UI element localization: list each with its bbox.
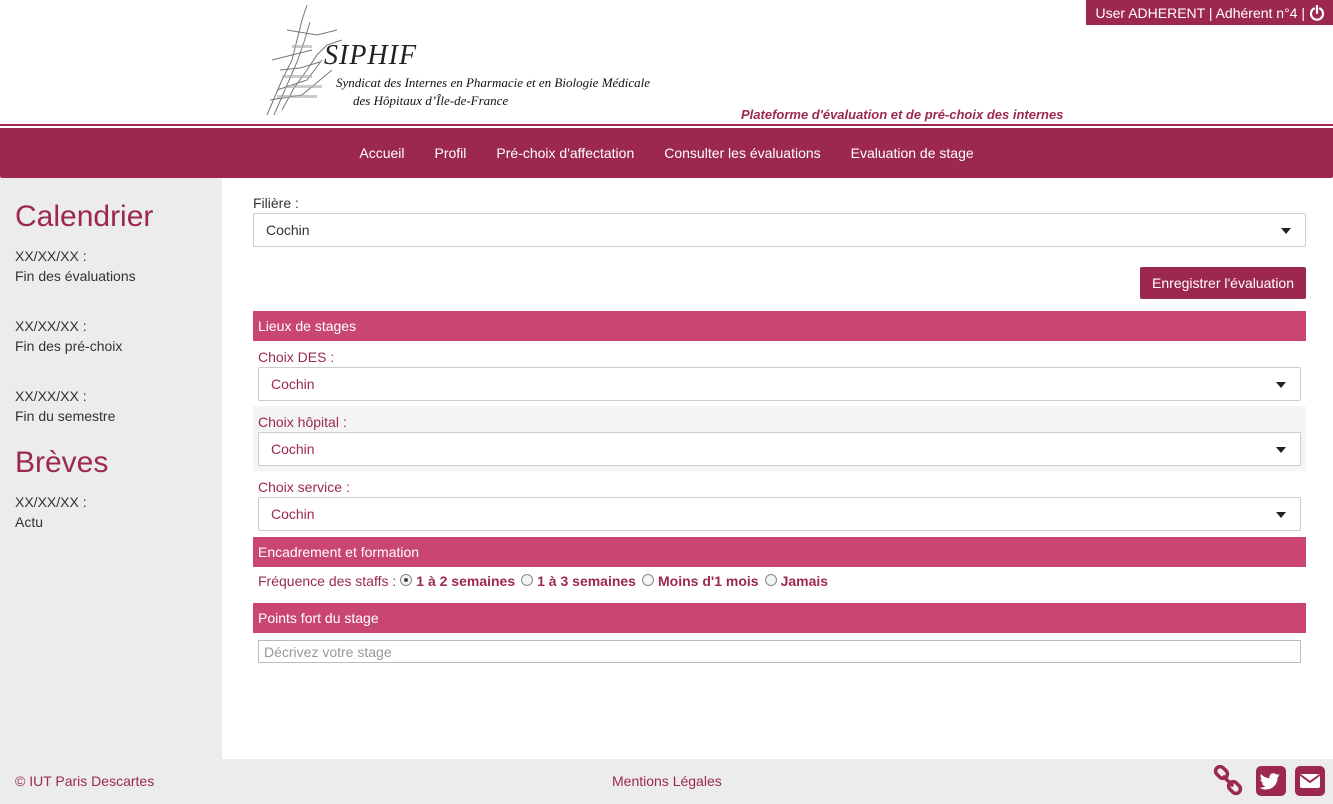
calendar-item: XX/XX/XX : Fin des évaluations (15, 246, 222, 286)
hopital-row: Choix hôpital : Cochin (253, 406, 1306, 471)
caret-down-icon (1276, 382, 1286, 388)
nav-evaluation-stage[interactable]: Evaluation de stage (851, 145, 974, 161)
footer: © IUT Paris Descartes Mentions Légales (0, 759, 1333, 804)
calendar-date: XX/XX/XX : (15, 388, 87, 404)
hopital-label: Choix hôpital : (258, 414, 347, 430)
des-row: Choix DES : Cochin (253, 341, 1306, 406)
sidebar: Calendrier XX/XX/XX : Fin des évaluation… (0, 178, 222, 759)
des-value: Cochin (271, 376, 315, 392)
copyright: © IUT Paris Descartes (15, 773, 155, 789)
caret-down-icon (1281, 228, 1291, 234)
calendar-text: Fin des évaluations (15, 268, 136, 284)
calendar-item: XX/XX/XX : Fin des pré-choix (15, 316, 222, 356)
radio-label: Moins d'1 mois (657, 573, 759, 589)
staffs-label: Fréquence des staffs : (258, 573, 397, 589)
points-forts-input[interactable]: Décrivez votre stage (258, 640, 1301, 663)
twitter-icon[interactable] (1255, 765, 1287, 797)
nav-profil[interactable]: Profil (435, 145, 467, 161)
hopital-value: Cochin (271, 441, 315, 457)
nav-consulter-evaluations[interactable]: Consulter les évaluations (664, 145, 820, 161)
calendar-date: XX/XX/XX : (15, 318, 87, 334)
radio-staffs-1-3[interactable] (521, 574, 534, 586)
news-title: Brèves (15, 446, 109, 479)
calendar-text: Fin des pré-choix (15, 338, 123, 354)
caret-down-icon (1276, 512, 1286, 518)
filiere-value: Cochin (266, 222, 310, 238)
logo-subtitle-line1: Syndicat des Internes en Pharmacie et en… (336, 75, 651, 90)
news-item: XX/XX/XX : Actu (15, 492, 222, 532)
hopital-select[interactable]: Cochin (258, 432, 1301, 466)
points-forts-placeholder: Décrivez votre stage (264, 643, 392, 660)
radio-label: Jamais (780, 573, 829, 589)
calendar-date: XX/XX/XX : (15, 248, 87, 264)
staffs-radio-group: Fréquence des staffs : 1 à 2 semaines 1 … (258, 573, 830, 589)
logo-title: SIPHIF (324, 40, 418, 71)
radio-label: 1 à 2 semaines (416, 573, 516, 589)
nav-accueil[interactable]: Accueil (359, 145, 404, 161)
user-bar: User ADHERENT | Adhérent n°4 | (1085, 0, 1333, 25)
radio-staffs-moins-1-mois[interactable] (641, 574, 654, 586)
header: SIPHIF Syndicat des Internes en Pharmaci… (0, 0, 1333, 126)
siphif-logo[interactable]: SIPHIF Syndicat des Internes en Pharmaci… (262, 0, 712, 122)
service-value: Cochin (271, 506, 315, 522)
des-label: Choix DES : (258, 349, 335, 365)
radio-staffs-jamais[interactable] (764, 574, 777, 586)
section-encadrement: Encadrement et formation (253, 537, 1306, 567)
power-icon[interactable] (1309, 4, 1325, 21)
caret-down-icon (1276, 447, 1286, 453)
section-points-forts: Points fort du stage (253, 603, 1306, 633)
filiere-select[interactable]: Cochin (253, 213, 1306, 247)
service-select[interactable]: Cochin (258, 497, 1301, 531)
link-icon[interactable] (1212, 765, 1244, 797)
user-info[interactable]: User ADHERENT | Adhérent n°4 | (1096, 5, 1305, 21)
news-date: XX/XX/XX : (15, 494, 87, 510)
radio-label: 1 à 3 semaines (537, 573, 636, 589)
service-label: Choix service : (258, 479, 350, 495)
tagline: Plateforme d'évaluation et de pré-choix … (741, 107, 1064, 122)
save-evaluation-button[interactable]: Enregistrer l'évaluation (1140, 267, 1306, 299)
section-lieux-stages: Lieux de stages (253, 311, 1306, 341)
calendar-item: XX/XX/XX : Fin du semestre (15, 386, 222, 426)
service-row: Choix service : Cochin (253, 471, 1306, 536)
email-icon[interactable] (1294, 765, 1326, 797)
filiere-label: Filière : (253, 195, 299, 211)
des-select[interactable]: Cochin (258, 367, 1301, 401)
radio-staffs-1-2[interactable] (400, 574, 413, 586)
logo-subtitle-line2: des Hôpitaux d’Île-de-France (353, 93, 509, 108)
calendar-text: Fin du semestre (15, 408, 116, 424)
news-text: Actu (15, 514, 44, 530)
main-nav: Accueil Profil Pré-choix d'affectation C… (0, 128, 1333, 178)
nav-pre-choix[interactable]: Pré-choix d'affectation (496, 145, 634, 161)
legal-link[interactable]: Mentions Légales (612, 773, 722, 789)
calendar-title: Calendrier (15, 200, 154, 233)
